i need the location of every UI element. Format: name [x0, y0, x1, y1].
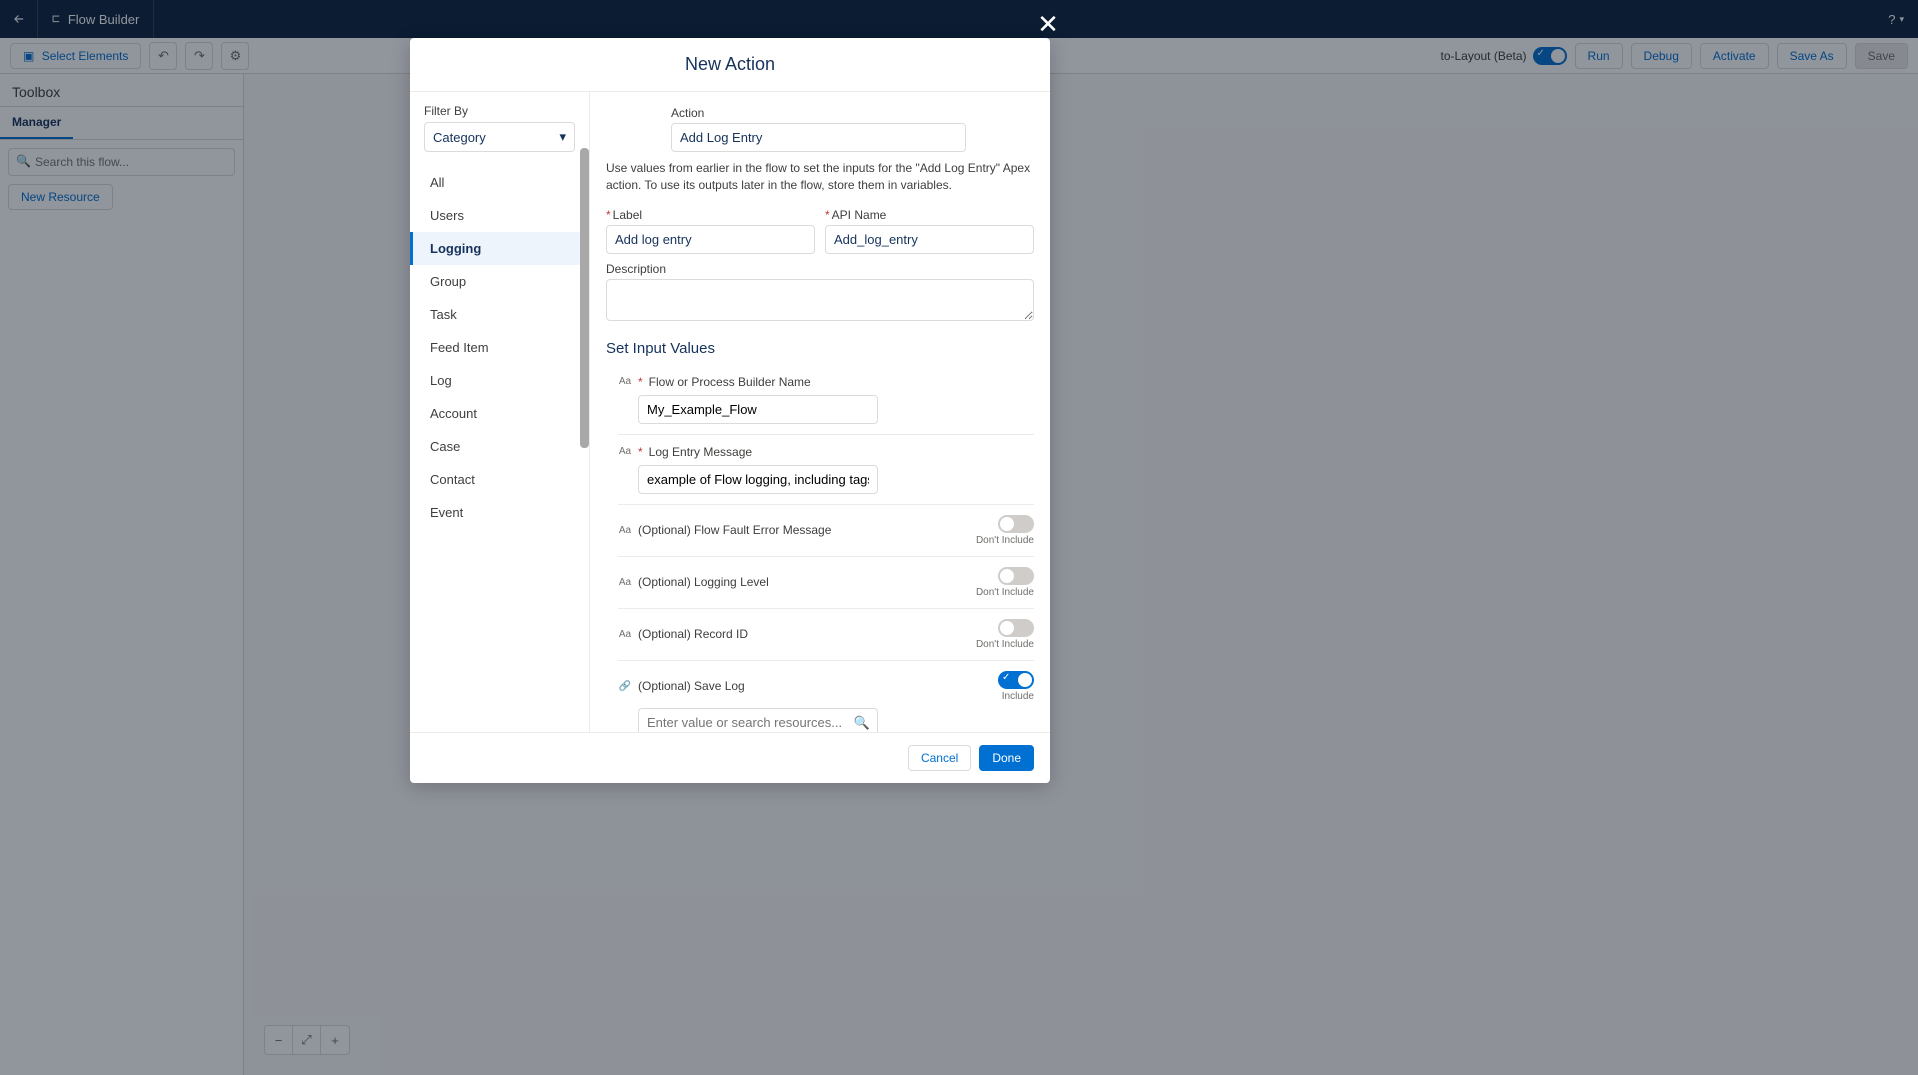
input-row-logging-level: Aa(Optional) Logging Level Don't Include	[618, 556, 1034, 608]
done-button[interactable]: Done	[979, 745, 1034, 771]
category-item-group[interactable]: Group	[410, 265, 589, 298]
search-icon[interactable]: 🔍	[854, 715, 870, 731]
label-field-label: *Label	[606, 208, 815, 222]
modal-title: New Action	[410, 38, 1050, 91]
action-form: Action Use values from earlier in the fl…	[590, 92, 1050, 732]
save-log-input[interactable]	[638, 708, 878, 732]
text-type-icon: Aa	[618, 629, 632, 640]
text-type-icon: Aa	[618, 376, 632, 387]
check-icon: ✓	[1002, 672, 1010, 683]
text-type-icon: Aa	[618, 525, 632, 536]
category-item-logging[interactable]: Logging	[410, 232, 589, 265]
action-input[interactable]	[671, 123, 966, 152]
record-id-include-toggle[interactable]	[998, 619, 1034, 637]
api-name-field-label: *API Name	[825, 208, 1034, 222]
text-type-icon: Aa	[618, 446, 632, 457]
record-id-include-label: Don't Include	[976, 639, 1034, 650]
category-item-all[interactable]: All	[410, 166, 589, 199]
input-row-record-id: Aa(Optional) Record ID Don't Include	[618, 608, 1034, 660]
action-field-label: Action	[671, 106, 1034, 120]
label-input[interactable]	[606, 225, 815, 254]
description-field-label: Description	[606, 262, 1034, 276]
link-type-icon: 🔗	[618, 681, 632, 692]
fault-include-label: Don't Include	[976, 535, 1034, 546]
category-item-log[interactable]: Log	[410, 364, 589, 397]
category-item-task[interactable]: Task	[410, 298, 589, 331]
category-item-users[interactable]: Users	[410, 199, 589, 232]
category-list: AllUsersLoggingGroupTaskFeed ItemLogAcco…	[410, 166, 589, 529]
category-item-event[interactable]: Event	[410, 496, 589, 529]
description-textarea[interactable]	[606, 279, 1034, 321]
modal-footer: Cancel Done	[410, 732, 1050, 783]
new-action-modal: New Action Filter By Category ▾ AllUsers…	[410, 38, 1050, 783]
filter-by-label: Filter By	[424, 104, 575, 118]
modal-close-button[interactable]: ✕	[1030, 6, 1066, 42]
close-icon: ✕	[1037, 9, 1059, 40]
category-item-case[interactable]: Case	[410, 430, 589, 463]
save-log-include-toggle[interactable]: ✓	[998, 671, 1034, 689]
api-name-input[interactable]	[825, 225, 1034, 254]
cancel-button[interactable]: Cancel	[908, 745, 971, 771]
level-include-label: Don't Include	[976, 587, 1034, 598]
flow-name-input[interactable]	[638, 395, 878, 424]
category-item-contact[interactable]: Contact	[410, 463, 589, 496]
chevron-down-icon: ▾	[559, 129, 566, 145]
scrollbar[interactable]	[580, 148, 589, 448]
input-row-log-message: Aa*Log Entry Message	[618, 434, 1034, 504]
log-message-input[interactable]	[638, 465, 878, 494]
set-input-values-header: Set Input Values	[606, 340, 1034, 357]
input-row-flow-name: Aa*Flow or Process Builder Name	[618, 365, 1034, 434]
category-item-account[interactable]: Account	[410, 397, 589, 430]
save-log-include-label: Include	[1002, 691, 1034, 702]
filter-panel: Filter By Category ▾ AllUsersLoggingGrou…	[410, 92, 590, 732]
text-type-icon: Aa	[618, 577, 632, 588]
filter-category-select[interactable]: Category ▾	[424, 122, 575, 152]
input-row-save-log: 🔗(Optional) Save Log ✓ Include 🔍	[618, 660, 1034, 732]
level-include-toggle[interactable]	[998, 567, 1034, 585]
category-item-feed-item[interactable]: Feed Item	[410, 331, 589, 364]
input-row-fault-message: Aa(Optional) Flow Fault Error Message Do…	[618, 504, 1034, 556]
action-description-text: Use values from earlier in the flow to s…	[606, 160, 1034, 194]
fault-include-toggle[interactable]	[998, 515, 1034, 533]
